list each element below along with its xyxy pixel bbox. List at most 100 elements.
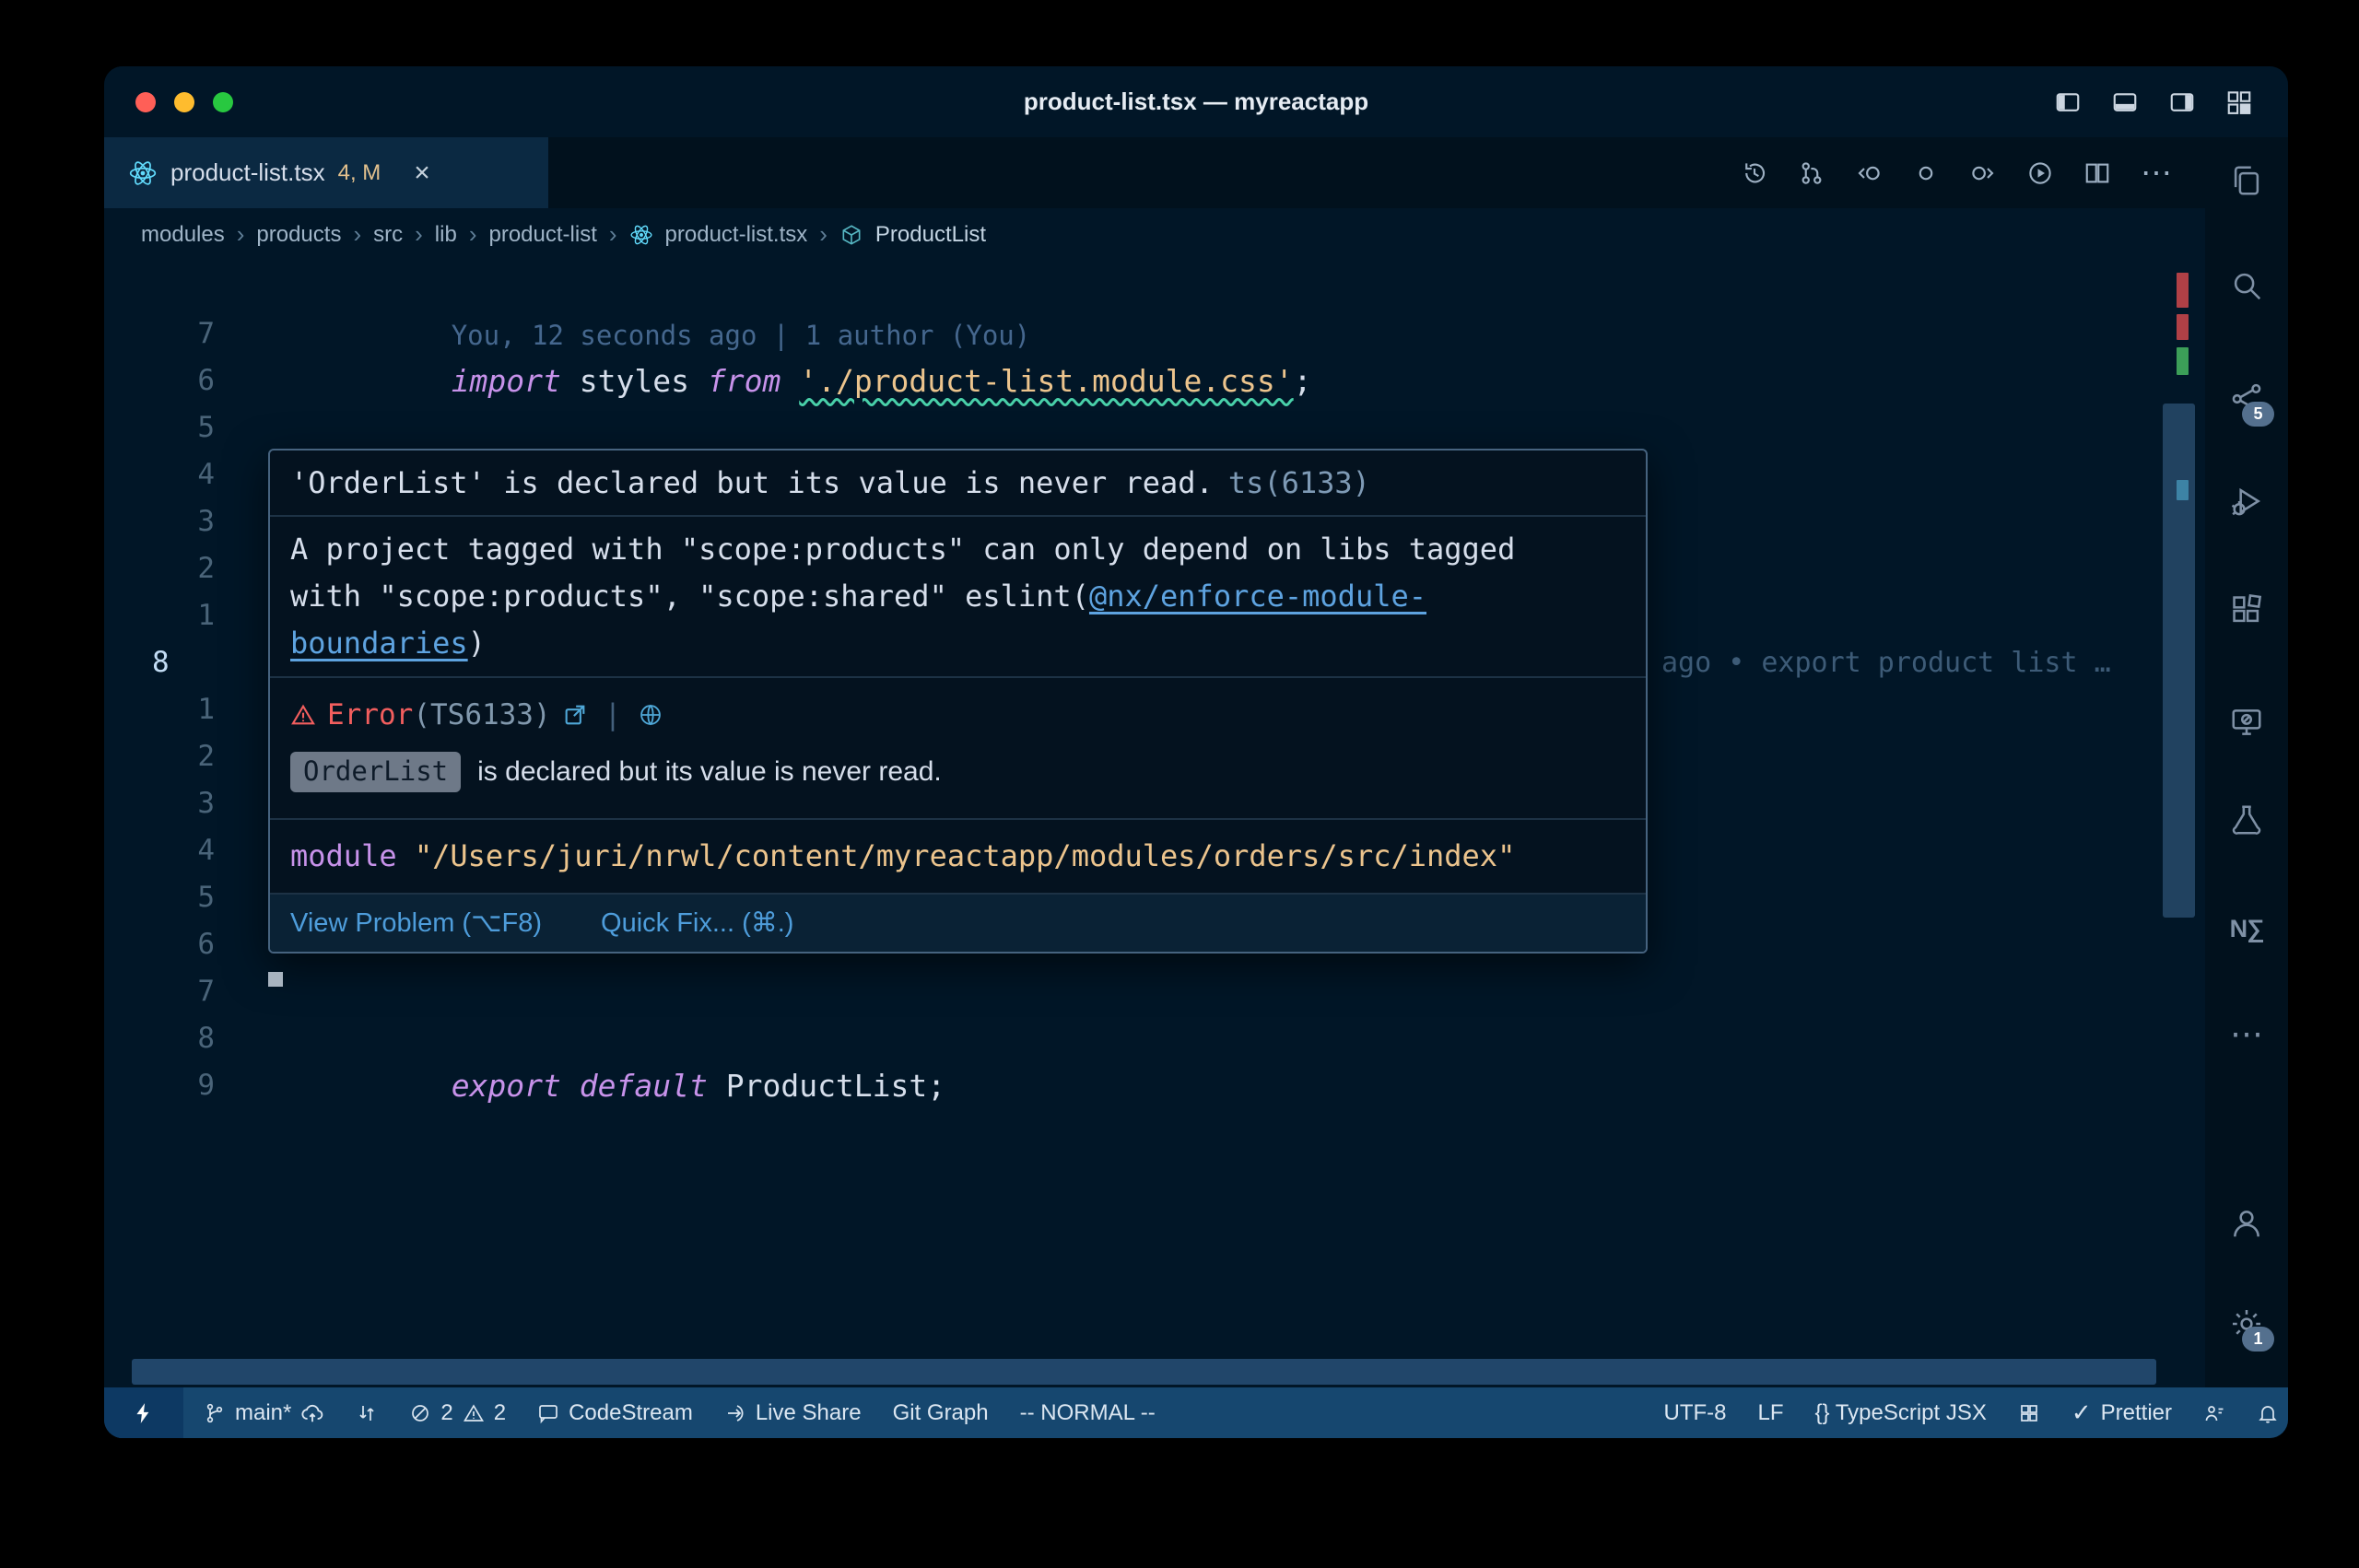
search-icon[interactable] bbox=[2226, 265, 2267, 306]
source-control-icon[interactable]: 5 bbox=[2226, 379, 2267, 419]
code-line-export-default[interactable]: export default ProductList; bbox=[268, 1015, 945, 1062]
next-change-icon[interactable] bbox=[1969, 159, 1997, 187]
line-number: 8 bbox=[104, 1015, 215, 1062]
rule-text-line: boundaries) bbox=[290, 620, 1625, 667]
gitlens-inline-blame: ago • export product list … bbox=[1661, 639, 2111, 686]
check-icon: ✓ bbox=[2071, 1398, 2092, 1427]
codestream-label: CodeStream bbox=[569, 1400, 693, 1426]
separator: | bbox=[604, 698, 622, 731]
line-number: 9 bbox=[104, 1062, 215, 1109]
token-keyword: from bbox=[708, 363, 780, 399]
encoding-label: UTF-8 bbox=[1664, 1400, 1727, 1426]
explorer-icon[interactable] bbox=[2226, 160, 2267, 201]
prettier-status[interactable]: ✓ Prettier bbox=[2071, 1398, 2172, 1427]
status-bar: main* 2 2 CodeStream Live Share bbox=[104, 1387, 2288, 1438]
tab-close-icon[interactable]: × bbox=[414, 158, 430, 189]
codestream-status[interactable]: CodeStream bbox=[537, 1400, 693, 1426]
language-mode-status[interactable]: {} TypeScript JSX bbox=[1815, 1400, 1987, 1426]
toggle-sidebar-icon[interactable] bbox=[2054, 88, 2082, 116]
external-link-icon[interactable] bbox=[562, 702, 588, 728]
token-identifier: styles bbox=[561, 363, 708, 399]
rule-link[interactable]: @nx/enforce-module- bbox=[1089, 579, 1426, 614]
git-graph-status[interactable]: Git Graph bbox=[893, 1400, 989, 1426]
breadcrumb-item-src[interactable]: src bbox=[373, 222, 403, 248]
run-file-icon[interactable] bbox=[2026, 159, 2054, 187]
window-title: product-list.tsx — myreactapp bbox=[104, 66, 2288, 137]
run-debug-icon[interactable] bbox=[2226, 481, 2267, 521]
breadcrumb-separator: › bbox=[415, 220, 423, 249]
warning-count: 2 bbox=[494, 1400, 506, 1426]
hover-module-row: module "/Users/juri/nrwl/content/myreact… bbox=[270, 820, 1646, 895]
minimap-marker-deleted bbox=[2177, 273, 2189, 308]
breadcrumb-separator: › bbox=[819, 220, 827, 249]
view-problem-action[interactable]: View Problem (⌥F8) bbox=[290, 906, 542, 941]
hover-diagnostic-row: 'OrderList' is declared but its value is… bbox=[270, 451, 1646, 517]
notifications-status[interactable] bbox=[2257, 1402, 2279, 1424]
publish-cloud-icon bbox=[300, 1401, 324, 1425]
line-number: 4 bbox=[104, 451, 215, 498]
overview-ruler bbox=[2163, 261, 2205, 1387]
minimize-window-button[interactable] bbox=[174, 92, 194, 112]
vim-mode-label: -- NORMAL -- bbox=[1020, 1400, 1156, 1426]
timeline-history-icon[interactable] bbox=[1741, 159, 1768, 187]
diagnostic-code: ts(6133) bbox=[1228, 465, 1370, 500]
eol-status[interactable]: LF bbox=[1758, 1400, 1784, 1426]
code-line-import-styles[interactable]: import styles from './product-list.modul… bbox=[268, 310, 1312, 357]
line-number: 2 bbox=[104, 545, 215, 592]
testing-beaker-icon[interactable] bbox=[2226, 800, 2267, 840]
remote-explorer-icon[interactable] bbox=[2226, 702, 2267, 743]
breadcrumb-separator: › bbox=[469, 220, 477, 249]
feedback-status[interactable] bbox=[2203, 1402, 2225, 1424]
vertical-scrollbar[interactable] bbox=[2163, 404, 2195, 918]
encoding-status[interactable]: UTF-8 bbox=[1664, 1400, 1727, 1426]
toggle-panel-icon[interactable] bbox=[2111, 88, 2139, 116]
split-editor-icon[interactable] bbox=[2083, 159, 2111, 187]
accounts-icon[interactable] bbox=[2226, 1203, 2267, 1244]
prettier-label: Prettier bbox=[2101, 1400, 2172, 1426]
previous-change-icon[interactable] bbox=[1855, 159, 1883, 187]
quick-fix-action[interactable]: Quick Fix... (⌘.) bbox=[601, 906, 793, 941]
code-line-import-orders[interactable]: import { OrderList } from '@myreactapp/m… bbox=[268, 404, 1473, 451]
branch-status[interactable]: main* bbox=[204, 1400, 324, 1426]
vim-mode-status[interactable]: -- NORMAL -- bbox=[1020, 1400, 1156, 1426]
breadcrumb-item-modules[interactable]: modules bbox=[141, 222, 225, 248]
breadcrumb-item-products[interactable]: products bbox=[256, 222, 341, 248]
additional-views-icon[interactable]: ⋯ bbox=[2226, 1013, 2267, 1054]
react-icon bbox=[128, 158, 158, 188]
breadcrumb-item-file[interactable]: product-list.tsx bbox=[665, 222, 808, 248]
compare-status[interactable] bbox=[356, 1402, 378, 1424]
horizontal-scrollbar[interactable] bbox=[132, 1359, 2156, 1385]
zoom-window-button[interactable] bbox=[213, 92, 233, 112]
rule-link[interactable]: boundaries bbox=[290, 626, 468, 661]
token-keyword: export bbox=[452, 1068, 561, 1104]
line-number: 2 bbox=[104, 733, 215, 780]
close-window-button[interactable] bbox=[135, 92, 156, 112]
problems-status[interactable]: 2 2 bbox=[409, 1400, 506, 1426]
more-actions-icon[interactable]: ⋯ bbox=[2141, 159, 2172, 187]
ellipsis-glyph: ⋯ bbox=[2230, 1014, 2263, 1053]
rule-text: ) bbox=[468, 626, 486, 661]
live-share-status[interactable]: Live Share bbox=[724, 1400, 862, 1426]
extensions-icon[interactable] bbox=[2226, 590, 2267, 630]
toggle-secondary-sidebar-icon[interactable] bbox=[2168, 88, 2196, 116]
gitlens-blame-annotation: You, 12 seconds ago | 1 author (You) bbox=[268, 263, 1030, 310]
globe-icon[interactable] bbox=[638, 702, 663, 728]
grid-icon bbox=[2018, 1402, 2040, 1424]
customize-layout-icon[interactable] bbox=[2225, 88, 2253, 116]
token-string: "/Users/juri/nrwl/content/myreactapp/mod… bbox=[415, 838, 1515, 873]
settings-gear-icon[interactable]: 1 bbox=[2226, 1304, 2267, 1344]
hover-resize-handle[interactable] bbox=[268, 972, 283, 987]
nx-console-icon[interactable]: N∑ bbox=[2226, 908, 2267, 949]
change-marker-icon[interactable] bbox=[1912, 159, 1940, 187]
source-control-badge: 5 bbox=[2242, 402, 2274, 427]
extension-grid-status[interactable] bbox=[2018, 1402, 2040, 1424]
tab-product-list[interactable]: product-list.tsx 4, M × bbox=[104, 137, 548, 208]
pull-request-icon[interactable] bbox=[1798, 159, 1825, 187]
editor-actions: ⋯ bbox=[1741, 137, 2172, 208]
breadcrumb-item-lib[interactable]: lib bbox=[435, 222, 457, 248]
remote-indicator[interactable] bbox=[104, 1387, 183, 1438]
breadcrumb-item-symbol[interactable]: ProductList bbox=[875, 222, 986, 248]
breadcrumb-item-product-list[interactable]: product-list bbox=[488, 222, 596, 248]
code-editor[interactable]: 7 6 5 4 3 2 1 8 1 2 3 4 5 6 7 8 9 You, 1… bbox=[104, 261, 2205, 1387]
breadcrumb-separator: › bbox=[353, 220, 361, 249]
